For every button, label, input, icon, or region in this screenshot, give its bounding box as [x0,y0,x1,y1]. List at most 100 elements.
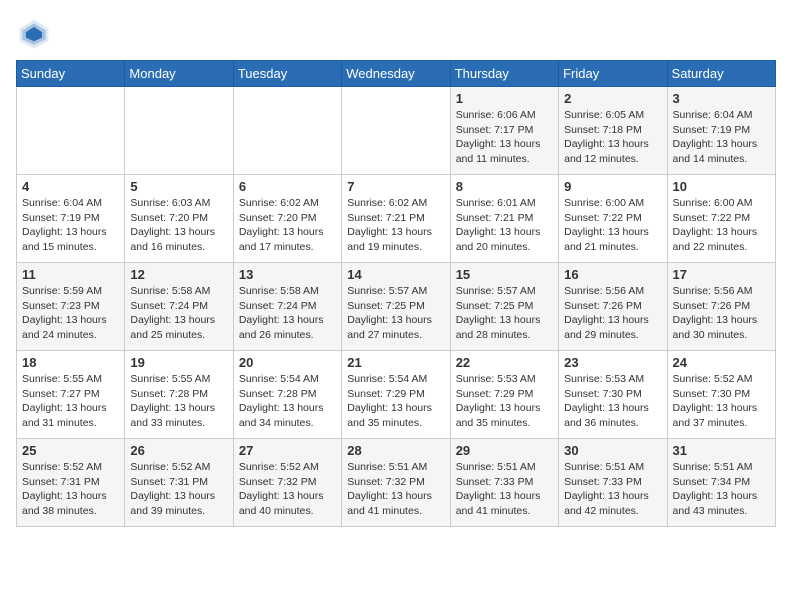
day-info: Sunrise: 5:52 AMSunset: 7:32 PMDaylight:… [239,460,336,519]
day-number: 19 [130,355,227,370]
day-number: 18 [22,355,119,370]
day-info: Sunrise: 6:04 AMSunset: 7:19 PMDaylight:… [673,108,770,167]
day-number: 13 [239,267,336,282]
day-number: 23 [564,355,661,370]
day-info: Sunrise: 5:55 AMSunset: 7:28 PMDaylight:… [130,372,227,431]
day-cell-31: 31 Sunrise: 5:51 AMSunset: 7:34 PMDayligh… [667,439,775,527]
week-row-2: 4 Sunrise: 6:04 AMSunset: 7:19 PMDaylight… [17,175,776,263]
day-number: 20 [239,355,336,370]
day-cell-20: 20 Sunrise: 5:54 AMSunset: 7:28 PMDayligh… [233,351,341,439]
day-number: 15 [456,267,553,282]
day-number: 10 [673,179,770,194]
day-info: Sunrise: 6:02 AMSunset: 7:20 PMDaylight:… [239,196,336,255]
day-number: 7 [347,179,444,194]
day-cell-17: 17 Sunrise: 5:56 AMSunset: 7:26 PMDayligh… [667,263,775,351]
day-cell-23: 23 Sunrise: 5:53 AMSunset: 7:30 PMDayligh… [559,351,667,439]
day-cell-21: 21 Sunrise: 5:54 AMSunset: 7:29 PMDayligh… [342,351,450,439]
day-cell-24: 24 Sunrise: 5:52 AMSunset: 7:30 PMDayligh… [667,351,775,439]
day-number: 28 [347,443,444,458]
day-number: 31 [673,443,770,458]
day-number: 9 [564,179,661,194]
day-info: Sunrise: 5:57 AMSunset: 7:25 PMDaylight:… [347,284,444,343]
day-cell-5: 5Sunrise: 6:03 AMSunset: 7:20 PMDaylight… [125,175,233,263]
day-info: Sunrise: 5:54 AMSunset: 7:28 PMDaylight:… [239,372,336,431]
day-info: Sunrise: 5:52 AMSunset: 7:30 PMDaylight:… [673,372,770,431]
day-info: Sunrise: 5:52 AMSunset: 7:31 PMDaylight:… [22,460,119,519]
day-cell-28: 28 Sunrise: 5:51 AMSunset: 7:32 PMDayligh… [342,439,450,527]
day-number: 14 [347,267,444,282]
day-cell-19: 19 Sunrise: 5:55 AMSunset: 7:28 PMDayligh… [125,351,233,439]
day-info: Sunrise: 6:01 AMSunset: 7:21 PMDaylight:… [456,196,553,255]
day-number: 17 [673,267,770,282]
day-cell-1: 1 Sunrise: 6:06 AMSunset: 7:17 PMDaylight… [450,87,558,175]
day-number: 8 [456,179,553,194]
weekday-header-thursday: Thursday [450,61,558,87]
day-cell-25: 25 Sunrise: 5:52 AMSunset: 7:31 PMDayligh… [17,439,125,527]
day-cell-9: 9 Sunrise: 6:00 AMSunset: 7:22 PMDaylight… [559,175,667,263]
day-cell-12: 12 Sunrise: 5:58 AMSunset: 7:24 PMDayligh… [125,263,233,351]
day-number: 22 [456,355,553,370]
day-number: 21 [347,355,444,370]
week-row-3: 11 Sunrise: 5:59 AMSunset: 7:23 PMDayligh… [17,263,776,351]
weekday-header-row: SundayMondayTuesdayWednesdayThursdayFrid… [17,61,776,87]
day-cell-3: 3 Sunrise: 6:04 AMSunset: 7:19 PMDaylight… [667,87,775,175]
day-number: 4 [22,179,119,194]
calendar-table: SundayMondayTuesdayWednesdayThursdayFrid… [16,60,776,527]
day-cell-11: 11 Sunrise: 5:59 AMSunset: 7:23 PMDayligh… [17,263,125,351]
day-number: 12 [130,267,227,282]
day-info: Sunrise: 6:05 AMSunset: 7:18 PMDaylight:… [564,108,661,167]
page-header [16,16,776,52]
week-row-5: 25 Sunrise: 5:52 AMSunset: 7:31 PMDayligh… [17,439,776,527]
day-number: 11 [22,267,119,282]
day-cell-16: 16 Sunrise: 5:56 AMSunset: 7:26 PMDayligh… [559,263,667,351]
day-number: 24 [673,355,770,370]
day-number: 16 [564,267,661,282]
day-number: 6 [239,179,336,194]
day-info: Sunrise: 5:53 AMSunset: 7:30 PMDaylight:… [564,372,661,431]
day-info: Sunrise: 5:56 AMSunset: 7:26 PMDaylight:… [564,284,661,343]
day-cell-7: 7 Sunrise: 6:02 AMSunset: 7:21 PMDaylight… [342,175,450,263]
logo-icon [16,16,52,52]
day-cell-15: 15 Sunrise: 5:57 AMSunset: 7:25 PMDayligh… [450,263,558,351]
weekday-header-sunday: Sunday [17,61,125,87]
logo [16,16,58,52]
day-info: Sunrise: 6:02 AMSunset: 7:21 PMDaylight:… [347,196,444,255]
day-info: Sunrise: 5:54 AMSunset: 7:29 PMDaylight:… [347,372,444,431]
day-info: Sunrise: 5:58 AMSunset: 7:24 PMDaylight:… [239,284,336,343]
day-info: Sunrise: 6:00 AMSunset: 7:22 PMDaylight:… [673,196,770,255]
weekday-header-friday: Friday [559,61,667,87]
weekday-header-tuesday: Tuesday [233,61,341,87]
empty-cell [342,87,450,175]
weekday-header-monday: Monday [125,61,233,87]
week-row-1: 1 Sunrise: 6:06 AMSunset: 7:17 PMDaylight… [17,87,776,175]
day-info: Sunrise: 6:03 AMSunset: 7:20 PMDaylight:… [130,196,227,255]
day-info: Sunrise: 5:56 AMSunset: 7:26 PMDaylight:… [673,284,770,343]
day-number: 30 [564,443,661,458]
day-cell-30: 30 Sunrise: 5:51 AMSunset: 7:33 PMDayligh… [559,439,667,527]
day-info: Sunrise: 5:59 AMSunset: 7:23 PMDaylight:… [22,284,119,343]
day-info: Sunrise: 5:52 AMSunset: 7:31 PMDaylight:… [130,460,227,519]
day-number: 1 [456,91,553,106]
day-cell-14: 14 Sunrise: 5:57 AMSunset: 7:25 PMDayligh… [342,263,450,351]
day-cell-18: 18 Sunrise: 5:55 AMSunset: 7:27 PMDayligh… [17,351,125,439]
day-info: Sunrise: 6:04 AMSunset: 7:19 PMDaylight:… [22,196,119,255]
day-info: Sunrise: 5:57 AMSunset: 7:25 PMDaylight:… [456,284,553,343]
day-info: Sunrise: 5:51 AMSunset: 7:33 PMDaylight:… [564,460,661,519]
day-info: Sunrise: 5:51 AMSunset: 7:34 PMDaylight:… [673,460,770,519]
day-info: Sunrise: 6:06 AMSunset: 7:17 PMDaylight:… [456,108,553,167]
day-cell-13: 13 Sunrise: 5:58 AMSunset: 7:24 PMDayligh… [233,263,341,351]
day-cell-4: 4 Sunrise: 6:04 AMSunset: 7:19 PMDaylight… [17,175,125,263]
day-info: Sunrise: 5:58 AMSunset: 7:24 PMDaylight:… [130,284,227,343]
day-cell-26: 26Sunrise: 5:52 AMSunset: 7:31 PMDayligh… [125,439,233,527]
day-number: 3 [673,91,770,106]
weekday-header-wednesday: Wednesday [342,61,450,87]
day-cell-27: 27 Sunrise: 5:52 AMSunset: 7:32 PMDayligh… [233,439,341,527]
day-info: Sunrise: 5:55 AMSunset: 7:27 PMDaylight:… [22,372,119,431]
day-info: Sunrise: 5:51 AMSunset: 7:32 PMDaylight:… [347,460,444,519]
day-number: 25 [22,443,119,458]
empty-cell [125,87,233,175]
day-number: 27 [239,443,336,458]
day-info: Sunrise: 6:00 AMSunset: 7:22 PMDaylight:… [564,196,661,255]
week-row-4: 18 Sunrise: 5:55 AMSunset: 7:27 PMDayligh… [17,351,776,439]
day-number: 29 [456,443,553,458]
